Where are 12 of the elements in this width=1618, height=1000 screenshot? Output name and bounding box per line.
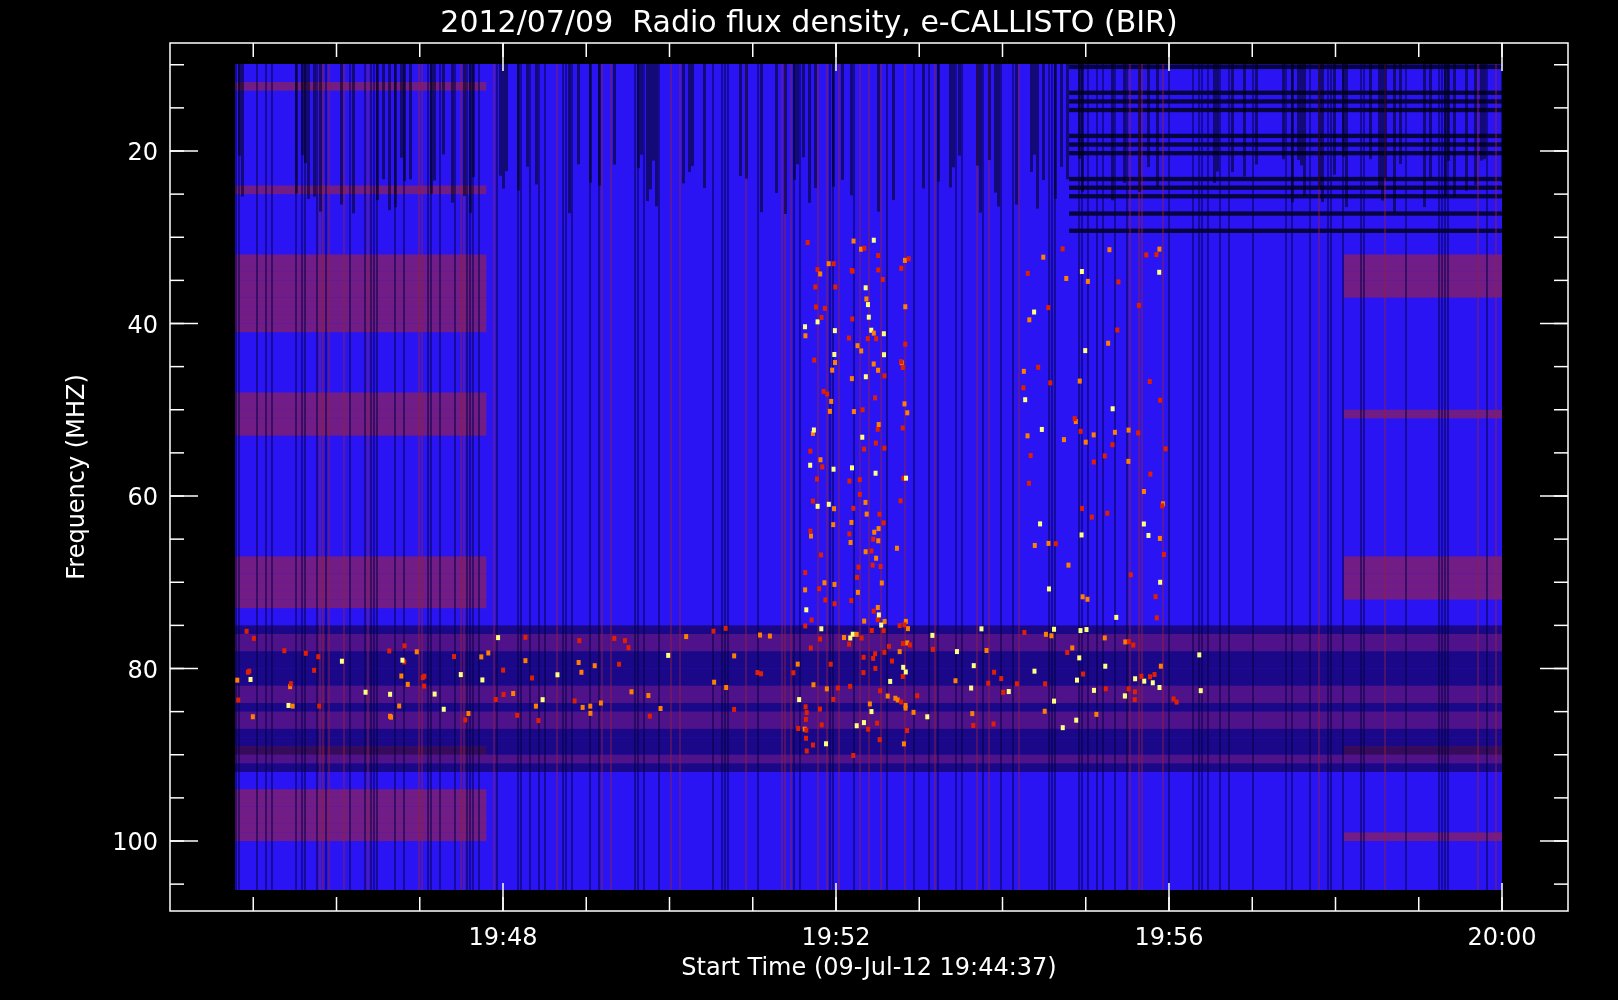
chart-title: 2012/07/09 Radio flux density, e-CALLISTO (BIR): [440, 4, 1178, 39]
y-axis-label: Frequency (MHZ): [62, 374, 90, 580]
x-tick-label: 20:00: [1467, 923, 1537, 951]
y-tick-label: 60: [127, 483, 158, 511]
x-tick-label: 19:52: [801, 923, 871, 951]
x-tick-label: 19:48: [468, 923, 538, 951]
y-tick-label: 80: [127, 655, 158, 684]
x-tick-label: 19:56: [1134, 923, 1204, 951]
y-tick-label: 20: [127, 138, 158, 166]
y-tick-label: 100: [112, 828, 158, 856]
x-axis-label: Start Time (09-Jul-12 19:44:37): [681, 953, 1057, 981]
y-tick-label: 40: [127, 310, 158, 339]
